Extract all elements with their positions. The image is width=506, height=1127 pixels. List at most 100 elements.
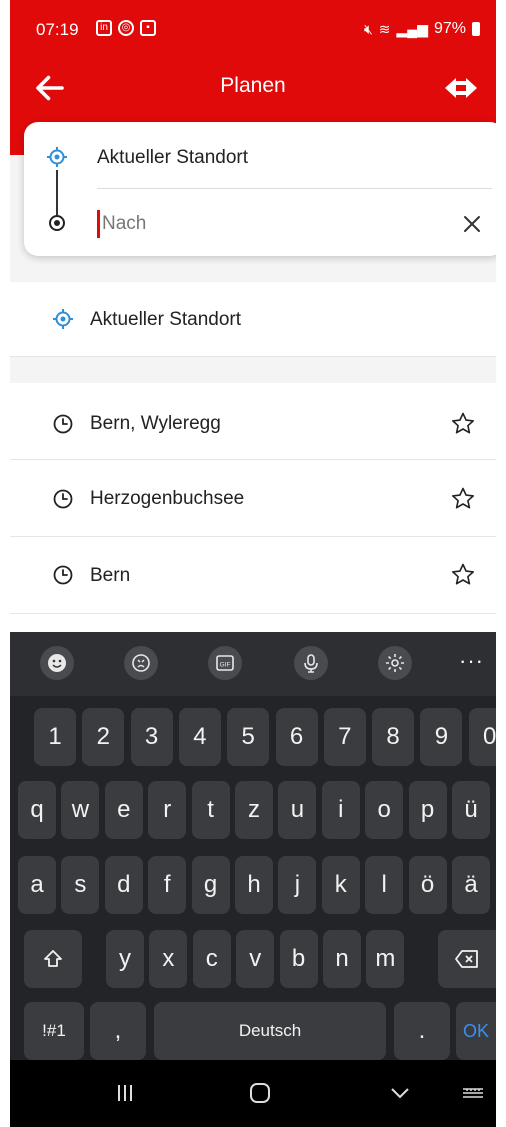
battery-icon xyxy=(472,22,480,36)
backspace-icon xyxy=(455,950,478,968)
clock-icon xyxy=(53,565,73,585)
key-d[interactable]: d xyxy=(104,856,143,914)
signal-icon: ▂▄▆ xyxy=(396,20,428,37)
sticker-icon[interactable] xyxy=(124,646,158,680)
key-c[interactable]: c xyxy=(192,930,231,988)
close-icon[interactable] xyxy=(460,212,484,236)
clock-icon xyxy=(53,489,73,509)
key-0[interactable]: 0 xyxy=(468,708,496,766)
linkedin-icon: in xyxy=(96,20,112,36)
keyboard-toolbar: GIF ··· xyxy=(10,632,496,696)
hide-keyboard-icon[interactable] xyxy=(385,1078,415,1108)
current-location-row[interactable]: Aktueller Standort xyxy=(10,282,496,357)
ok-key[interactable]: OK xyxy=(456,1002,496,1060)
route-connector-line xyxy=(56,170,58,216)
key-e[interactable]: e xyxy=(104,781,143,839)
key-p[interactable]: p xyxy=(408,781,447,839)
wifi-icon: ≋ xyxy=(378,20,391,37)
status-notification-icons: in ◎ ▪ xyxy=(96,20,156,36)
history-label: Bern, Wyleregg xyxy=(90,413,221,434)
key-ä[interactable]: ä xyxy=(452,856,490,914)
list-item[interactable]: Bern xyxy=(10,537,496,614)
key-4[interactable]: 4 xyxy=(178,708,221,766)
star-icon[interactable] xyxy=(450,562,476,588)
shift-icon xyxy=(44,950,62,967)
microphone-icon[interactable] xyxy=(294,646,328,680)
history-label: Herzogenbuchsee xyxy=(90,488,245,509)
keyboard-switch-icon[interactable] xyxy=(458,1078,488,1108)
key-j[interactable]: j xyxy=(278,856,317,914)
key-z[interactable]: z xyxy=(235,781,273,839)
settings-icon[interactable] xyxy=(378,646,412,680)
field-divider xyxy=(97,188,492,189)
key-5[interactable]: 5 xyxy=(227,708,270,766)
key-n[interactable]: n xyxy=(323,930,361,988)
key-l[interactable]: l xyxy=(365,856,404,914)
system-nav-bar xyxy=(10,1060,496,1127)
key-g[interactable]: g xyxy=(191,856,230,914)
key-ö[interactable]: ö xyxy=(408,856,447,914)
sbb-logo[interactable] xyxy=(442,72,480,104)
key-a[interactable]: a xyxy=(18,856,56,914)
page-title: Planen xyxy=(220,74,286,97)
on-screen-keyboard: GIF ··· 1234567890 qwertzuiopü asdfghjklöä… xyxy=(10,632,496,1127)
status-bar: 07:19 in ◎ ▪ 🔇︎ ≋ ▂▄▆ 97% xyxy=(10,0,496,60)
key-h[interactable]: h xyxy=(235,856,273,914)
history-label: Bern xyxy=(90,565,131,586)
key-y[interactable]: y xyxy=(106,930,144,988)
more-icon[interactable]: ··· xyxy=(459,648,484,674)
crosshair-location-icon xyxy=(53,309,73,329)
clock-icon xyxy=(53,414,73,434)
key-6[interactable]: 6 xyxy=(275,708,318,766)
list-item[interactable]: Herzogenbuchsee xyxy=(10,460,496,537)
text-cursor xyxy=(97,210,100,238)
crosshair-location-icon xyxy=(47,147,67,167)
home-icon[interactable] xyxy=(245,1078,275,1108)
key-b[interactable]: b xyxy=(279,930,318,988)
key-u[interactable]: u xyxy=(278,781,317,839)
key-9[interactable]: 9 xyxy=(420,708,463,766)
key-3[interactable]: 3 xyxy=(130,708,173,766)
key-t[interactable]: t xyxy=(191,781,230,839)
key-7[interactable]: 7 xyxy=(323,708,366,766)
to-field[interactable] xyxy=(102,208,402,240)
key-2[interactable]: 2 xyxy=(82,708,125,766)
key-8[interactable]: 8 xyxy=(372,708,415,766)
period-key[interactable]: . xyxy=(394,1002,450,1060)
key-ü[interactable]: ü xyxy=(452,781,490,839)
status-time: 07:19 xyxy=(36,20,79,39)
app-icon: ▪ xyxy=(140,20,156,36)
key-w[interactable]: w xyxy=(61,781,100,839)
backspace-key[interactable] xyxy=(438,930,496,988)
mute-icon: 🔇︎ xyxy=(363,20,373,37)
star-icon[interactable] xyxy=(450,411,476,437)
key-q[interactable]: q xyxy=(18,781,56,839)
star-icon[interactable] xyxy=(450,486,476,512)
svg-text:GIF: GIF xyxy=(220,662,231,669)
route-input-card: Aktueller Standort xyxy=(24,122,496,256)
from-field[interactable]: Aktueller Standort xyxy=(97,147,248,169)
recent-apps-icon[interactable] xyxy=(110,1078,140,1108)
battery-text: 97% xyxy=(433,20,466,37)
space-key[interactable]: Deutsch xyxy=(154,1002,386,1060)
key-o[interactable]: o xyxy=(365,781,404,839)
key-f[interactable]: f xyxy=(148,856,187,914)
key-v[interactable]: v xyxy=(236,930,275,988)
emoji-icon[interactable] xyxy=(40,646,74,680)
comma-key[interactable]: , xyxy=(90,1002,146,1060)
key-m[interactable]: m xyxy=(366,930,405,988)
key-x[interactable]: x xyxy=(149,930,188,988)
shift-key[interactable] xyxy=(24,930,82,988)
key-s[interactable]: s xyxy=(61,856,100,914)
key-1[interactable]: 1 xyxy=(34,708,76,766)
current-location-label: Aktueller Standort xyxy=(90,309,242,330)
destination-dot-icon xyxy=(49,215,65,231)
symbols-key[interactable]: !#1 xyxy=(24,1002,84,1060)
key-i[interactable]: i xyxy=(321,781,360,839)
list-item[interactable]: Bern, Wyleregg xyxy=(10,383,496,460)
app-screen: 07:19 in ◎ ▪ 🔇︎ ≋ ▂▄▆ 97% Planen Aktuell… xyxy=(10,0,496,1127)
gif-icon[interactable]: GIF xyxy=(208,646,242,680)
key-r[interactable]: r xyxy=(148,781,187,839)
key-k[interactable]: k xyxy=(321,856,360,914)
status-system-icons: 🔇︎ ≋ ▂▄▆ 97% xyxy=(364,20,480,38)
